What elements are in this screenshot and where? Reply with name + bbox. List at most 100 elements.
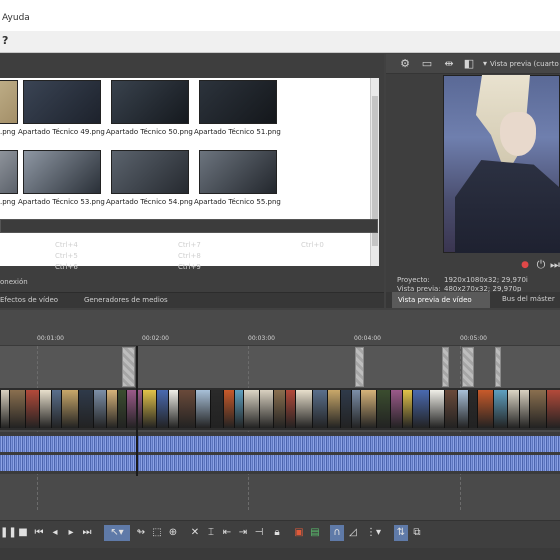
lock-icon[interactable]: 🔒︎	[270, 525, 284, 541]
video-clip[interactable]	[273, 390, 285, 428]
playhead-cursor[interactable]	[136, 346, 138, 476]
video-clip[interactable]	[340, 390, 351, 428]
snapping-icon[interactable]: ∩	[330, 525, 344, 541]
region-marker[interactable]	[122, 347, 135, 387]
auto-crossfade-icon[interactable]: ◿	[346, 525, 360, 541]
thumbnail-8[interactable]	[199, 150, 277, 194]
video-clip[interactable]	[457, 390, 468, 428]
thumbnail-label-8: Apartado Técnico 55.png	[194, 198, 281, 206]
video-clip[interactable]	[390, 390, 402, 428]
normal-edit-tool-icon[interactable]: ↖▾	[104, 525, 130, 541]
envelope-tool-icon[interactable]: ↬	[134, 525, 148, 541]
trim-icon[interactable]: ⌶	[204, 525, 218, 541]
next-frame-icon[interactable]: ▸	[64, 525, 78, 541]
video-clip[interactable]	[25, 390, 39, 428]
video-clip[interactable]	[234, 390, 243, 428]
tab-media-generators[interactable]: Generadores de medios	[84, 296, 168, 304]
video-clip[interactable]	[126, 390, 142, 428]
video-clip[interactable]	[168, 390, 178, 428]
thumbnail-2[interactable]	[23, 80, 101, 124]
region-marker[interactable]	[355, 347, 364, 387]
video-clip[interactable]	[351, 390, 360, 428]
video-clip[interactable]	[259, 390, 273, 428]
video-clip[interactable]	[493, 390, 507, 428]
trim-start-icon[interactable]: ⇤	[220, 525, 234, 541]
split-screen-icon[interactable]: ⇹	[442, 57, 456, 71]
video-clip[interactable]	[39, 390, 51, 428]
video-clip[interactable]	[412, 390, 429, 428]
video-clip[interactable]	[327, 390, 340, 428]
region-marker[interactable]	[462, 347, 474, 387]
trim-end-icon[interactable]: ⇥	[236, 525, 250, 541]
thumbnail-6[interactable]	[23, 150, 101, 194]
thumbnail-pane: .png Apartado Técnico 49.png Apartado Té…	[0, 78, 370, 266]
video-clip[interactable]	[519, 390, 529, 428]
video-clip[interactable]	[444, 390, 457, 428]
thumbnail-1[interactable]	[0, 80, 18, 124]
video-clip[interactable]	[156, 390, 168, 428]
help-icon[interactable]: ?	[2, 34, 16, 48]
split-icon[interactable]: ⊣	[252, 525, 266, 541]
video-clip[interactable]	[376, 390, 390, 428]
ignore-grouping-icon[interactable]: ⧉	[410, 525, 424, 541]
explorer-scrollbar[interactable]	[370, 78, 379, 266]
video-clip[interactable]	[360, 390, 376, 428]
time-label-2: 00:02:00	[142, 335, 169, 342]
zoom-tool-icon[interactable]: ⊕	[166, 525, 180, 541]
overlays-icon[interactable]: ◧	[462, 57, 476, 71]
video-clip[interactable]	[9, 390, 25, 428]
marker-icon[interactable]: ▣	[292, 525, 306, 541]
tab-video-preview[interactable]: Vista previa de vídeo	[392, 292, 490, 308]
video-clip[interactable]	[117, 390, 126, 428]
tab-master-bus[interactable]: Bus del máster	[502, 295, 555, 303]
menu-ayuda[interactable]: Ayuda	[2, 13, 30, 23]
region-marker[interactable]	[442, 347, 449, 387]
video-clip[interactable]	[402, 390, 412, 428]
video-clip[interactable]	[210, 390, 223, 428]
video-clip[interactable]	[78, 390, 93, 428]
tab-video-effects[interactable]: Efectos de vídeo	[0, 296, 58, 304]
project-label: Proyecto:	[397, 276, 430, 284]
video-clip[interactable]	[51, 390, 61, 428]
video-clip[interactable]	[243, 390, 259, 428]
shortcut-ctrl6: Ctrl+6	[55, 263, 78, 271]
thumbnail-5[interactable]	[0, 150, 18, 194]
selection-tool-icon[interactable]: ⬚	[150, 525, 164, 541]
gear-icon[interactable]: ⚙	[398, 57, 412, 71]
video-clip[interactable]	[0, 390, 9, 428]
video-clip[interactable]	[285, 390, 295, 428]
stop-icon[interactable]: ■	[16, 525, 30, 541]
video-clip[interactable]	[223, 390, 234, 428]
go-to-end-icon[interactable]: ⏭	[80, 525, 94, 541]
delete-icon[interactable]: ✕	[188, 525, 202, 541]
lock-envelopes-icon[interactable]: ⇅	[394, 525, 408, 541]
previous-frame-icon[interactable]: ◂	[48, 525, 62, 541]
video-clip[interactable]	[106, 390, 117, 428]
step-end-icon[interactable]: ⏭	[548, 258, 560, 272]
video-clip[interactable]	[295, 390, 312, 428]
thumbnail-4[interactable]	[199, 80, 277, 124]
pause-icon[interactable]: ❚❚	[0, 525, 17, 541]
video-clip[interactable]	[93, 390, 106, 428]
video-clip[interactable]	[507, 390, 519, 428]
video-clip[interactable]	[61, 390, 78, 428]
auto-ripple-icon[interactable]: ⋮▾	[366, 525, 381, 541]
video-clip[interactable]	[195, 390, 210, 428]
video-clip[interactable]	[142, 390, 156, 428]
region-marker[interactable]	[495, 347, 501, 387]
thumbnail-7[interactable]	[111, 150, 189, 194]
thumbnail-3[interactable]	[111, 80, 189, 124]
video-clip[interactable]	[178, 390, 195, 428]
record-icon[interactable]: ●	[518, 258, 532, 272]
video-clip[interactable]	[477, 390, 493, 428]
external-monitor-icon[interactable]: ▭	[420, 57, 434, 71]
video-clip[interactable]	[546, 390, 560, 428]
video-clip[interactable]	[429, 390, 444, 428]
video-clip[interactable]	[312, 390, 327, 428]
video-clip[interactable]	[468, 390, 477, 428]
power-icon[interactable]: ⏻	[534, 258, 548, 272]
video-clip[interactable]	[529, 390, 546, 428]
go-to-start-icon[interactable]: ⏮	[32, 525, 46, 541]
preview-quality-label[interactable]: Vista previa (cuarto	[490, 60, 559, 68]
region-icon[interactable]: ▤	[308, 525, 322, 541]
